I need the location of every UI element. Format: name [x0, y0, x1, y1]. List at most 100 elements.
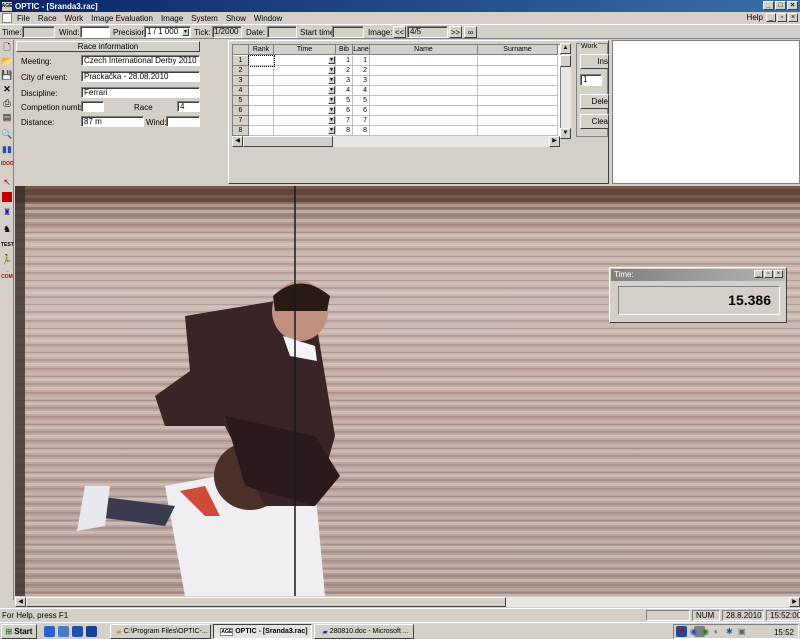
name-cell[interactable]	[370, 66, 478, 76]
new-icon[interactable]: 🗋	[1, 41, 13, 53]
hurdler-icon[interactable]: 🏃	[1, 253, 13, 265]
city-field[interactable]: Prackačka - 28.08.2010	[81, 71, 200, 82]
surname-cell[interactable]	[478, 96, 558, 106]
surname-cell[interactable]	[478, 116, 558, 126]
image-next-button[interactable]: >>	[449, 26, 462, 38]
time-window[interactable]: Time: _ ▫ × 15.386	[609, 267, 787, 323]
start-button[interactable]: ⊞ Start	[1, 624, 37, 639]
chevron-down-icon[interactable]: ▼	[328, 76, 335, 84]
time-field[interactable]	[22, 26, 55, 38]
row-header[interactable]: 7	[233, 116, 249, 126]
column-header-name[interactable]: Name	[370, 45, 478, 55]
maximize-button[interactable]: □	[775, 1, 786, 10]
rank-cell[interactable]	[249, 116, 274, 126]
menu-window[interactable]: Window	[251, 14, 285, 23]
menu-race[interactable]: Race	[35, 14, 60, 23]
horse-icon[interactable]: ♞	[1, 223, 13, 235]
tray-antivirus-icon[interactable]: ⛨	[678, 627, 684, 637]
surname-cell[interactable]	[478, 126, 558, 136]
bib-cell[interactable]: 5	[336, 96, 353, 106]
app-icon[interactable]: AGE	[2, 1, 12, 11]
tray-display-icon[interactable]: ▣	[738, 627, 746, 636]
open-icon[interactable]: 📂	[1, 55, 13, 67]
name-cell[interactable]	[370, 86, 478, 96]
time-cell[interactable]: ▼	[274, 66, 336, 76]
desktop-icon[interactable]	[58, 626, 69, 637]
lane-cell[interactable]: 5	[353, 96, 370, 106]
time-minimize-button[interactable]: _	[754, 270, 763, 278]
test-icon[interactable]: TEST	[1, 239, 14, 251]
bib-cell[interactable]: 4	[336, 86, 353, 96]
bib-cell[interactable]: 1	[336, 56, 353, 66]
surname-cell[interactable]	[478, 106, 558, 116]
clear-button[interactable]: Clea	[580, 114, 609, 129]
row-header[interactable]: 1	[233, 56, 249, 66]
scroll-up-icon[interactable]: ▲	[560, 43, 571, 54]
lane-cell[interactable]: 1	[353, 56, 370, 66]
scroll-right-icon[interactable]: ▶	[549, 136, 560, 147]
save-icon[interactable]: 💾	[1, 69, 13, 81]
menu-image[interactable]: Image	[158, 14, 186, 23]
time-cell[interactable]: ▼	[274, 76, 336, 86]
image-scroll-thumb[interactable]	[26, 597, 506, 607]
row-header[interactable]: 3	[233, 76, 249, 86]
lane-cell[interactable]: 6	[353, 106, 370, 116]
hscroll-thumb[interactable]	[243, 136, 333, 147]
rank-cell[interactable]	[248, 55, 275, 67]
ie-icon[interactable]	[44, 626, 55, 637]
close-button[interactable]: ×	[787, 1, 798, 10]
image-scroll-left-icon[interactable]: ◀	[15, 597, 26, 607]
delete-icon[interactable]: ✕	[1, 83, 13, 95]
column-header-bib[interactable]: Bib	[336, 45, 353, 55]
competition-number-field[interactable]	[81, 101, 104, 112]
delete-button[interactable]: Dele	[580, 94, 609, 109]
menu-system[interactable]: System	[188, 14, 221, 23]
time-cell[interactable]: ▼	[274, 126, 336, 136]
meeting-field[interactable]: Czech International Derby 2010	[81, 55, 200, 66]
lane-cell[interactable]: 3	[353, 76, 370, 86]
word-icon[interactable]	[86, 626, 97, 637]
surname-cell[interactable]	[478, 66, 558, 76]
zoom-icon[interactable]: 🔍	[1, 128, 13, 140]
logo-icon[interactable]: IDOO	[1, 158, 14, 170]
results-grid[interactable]: Rank Time Bib Lane Name Surname 1 ▼ 1 1 2 ▼ 2 2 3 ▼ 3 3 4 ▼…	[232, 44, 571, 139]
cursor-icon[interactable]: ↖	[1, 176, 13, 188]
surname-cell[interactable]	[478, 56, 558, 66]
time-cell[interactable]: ▼	[274, 116, 336, 126]
name-cell[interactable]	[370, 126, 478, 136]
taskbar-item-explorer[interactable]: ▰ C:\Program Files\OPTIC-...	[110, 624, 211, 639]
time-close-button[interactable]: ×	[774, 270, 783, 278]
image-prev-button[interactable]: <<	[393, 26, 406, 38]
time-cell[interactable]: ▼	[274, 56, 336, 66]
name-cell[interactable]	[370, 96, 478, 106]
time-cell[interactable]: ▼	[274, 96, 336, 106]
row-header[interactable]: 6	[233, 106, 249, 116]
rank-cell[interactable]	[249, 96, 274, 106]
photo-finish-image[interactable]	[15, 186, 800, 596]
menu-work[interactable]: Work	[62, 14, 87, 23]
minimize-button[interactable]: _	[763, 1, 774, 10]
tray-shield-icon[interactable]: ◉	[702, 627, 709, 636]
red-square-icon[interactable]	[2, 192, 12, 202]
row-header[interactable]: 8	[233, 126, 249, 136]
name-cell[interactable]	[370, 116, 478, 126]
surname-cell[interactable]	[478, 86, 558, 96]
lane-cell[interactable]: 8	[353, 126, 370, 136]
fit-image-button[interactable]: ∞	[464, 26, 477, 38]
tray-sync-icon[interactable]: ◉	[690, 627, 697, 636]
bars-icon[interactable]: ▮▮	[1, 143, 13, 155]
taskbar-item-word[interactable]: ▰ 280810.doc - Microsoft ...	[314, 624, 414, 639]
layout-icon[interactable]: ▤	[1, 111, 13, 123]
print-icon[interactable]: ⎙	[1, 97, 13, 109]
rank-cell[interactable]	[249, 76, 274, 86]
bib-cell[interactable]: 7	[336, 116, 353, 126]
scroll-down-icon[interactable]: ▼	[560, 128, 571, 139]
row-header[interactable]: 2	[233, 66, 249, 76]
insert-button[interactable]: Ins	[580, 54, 609, 69]
com-icon[interactable]: → COM	[1, 268, 13, 280]
name-cell[interactable]	[370, 76, 478, 86]
runner-icon[interactable]: ♜	[1, 206, 13, 218]
time-cell[interactable]: ▼	[274, 106, 336, 116]
chevron-down-icon[interactable]: ▼	[328, 66, 335, 74]
lane-cell[interactable]: 7	[353, 116, 370, 126]
